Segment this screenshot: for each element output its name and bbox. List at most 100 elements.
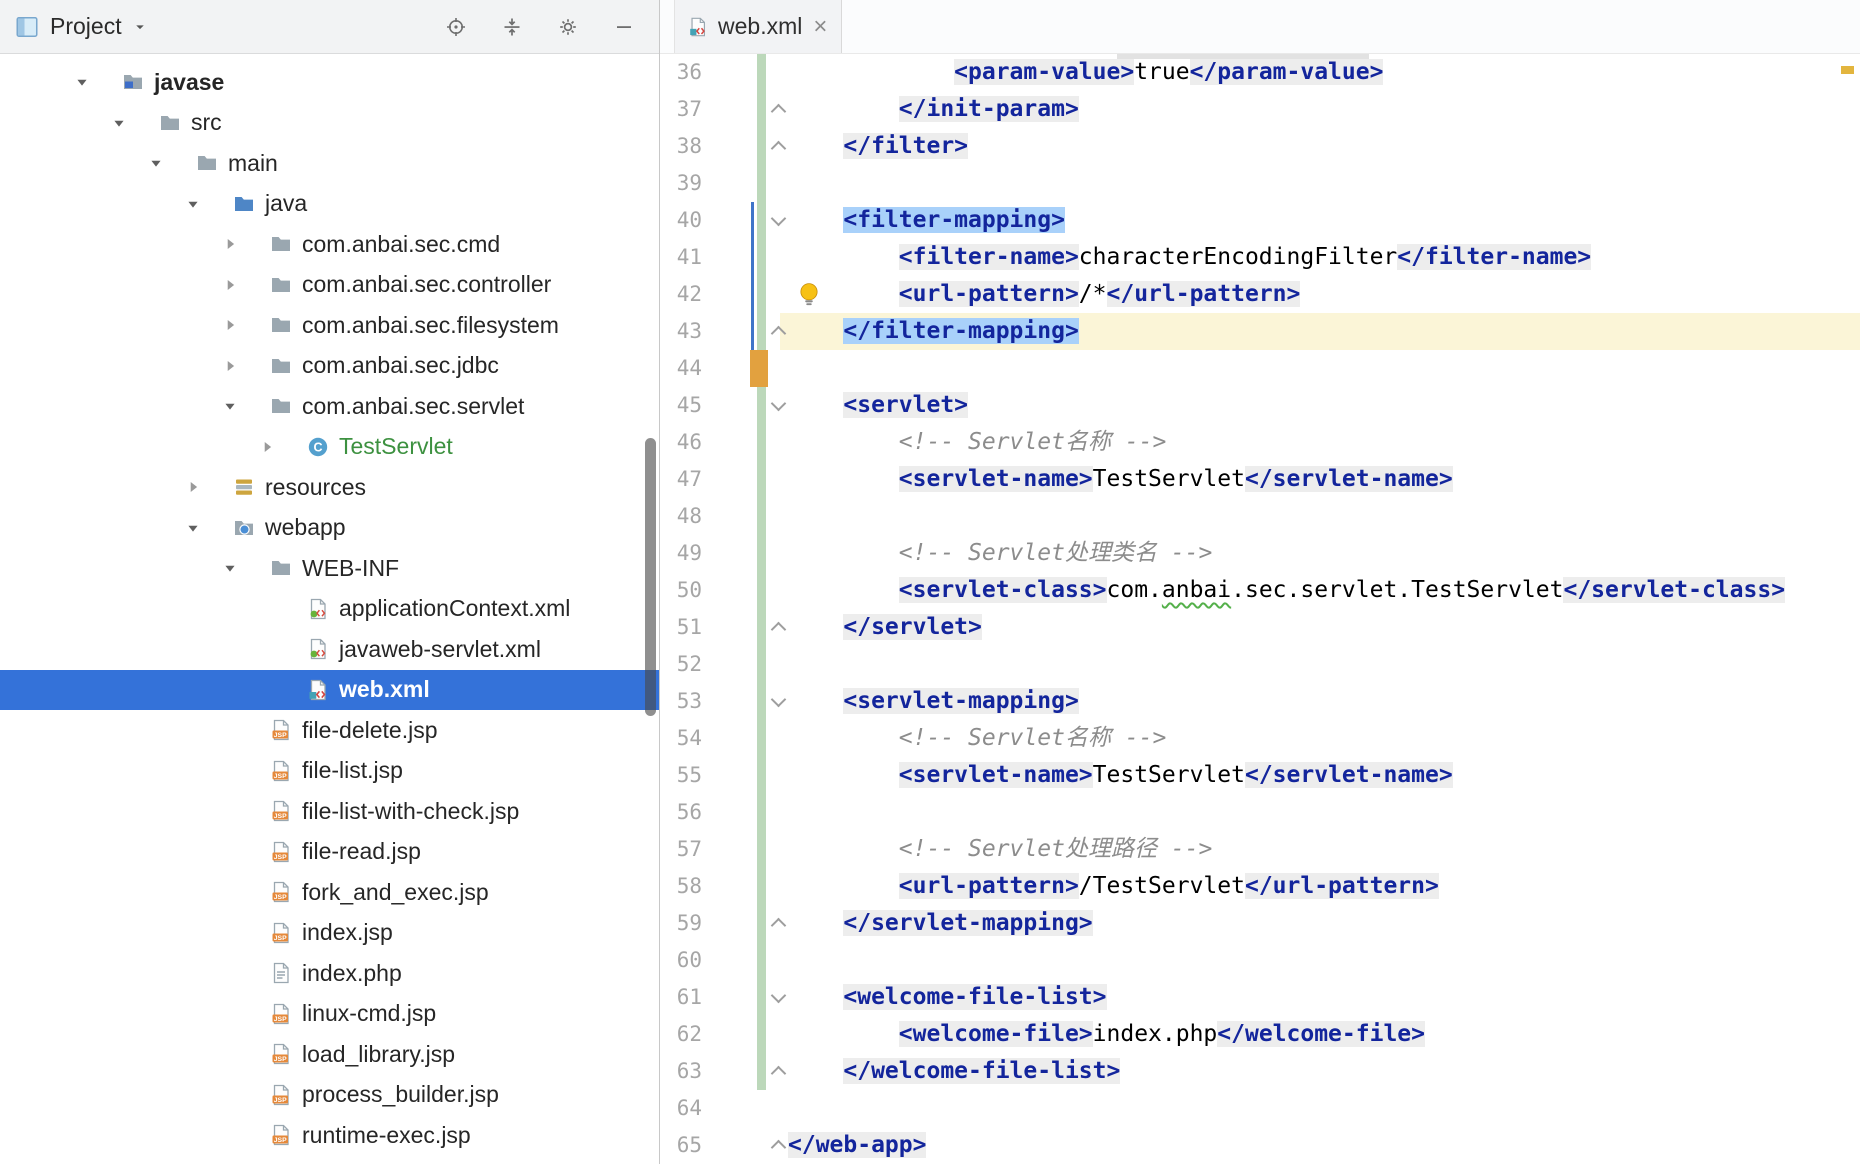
code-text-token[interactable]: /TestServlet bbox=[1079, 873, 1245, 899]
vcs-change-marker[interactable] bbox=[757, 905, 766, 942]
fold-marker-icon[interactable] bbox=[768, 905, 788, 942]
typo-warning-token[interactable]: anbai bbox=[1162, 577, 1231, 603]
tree-item-applicationcontext-xml[interactable]: applicationContext.xml bbox=[0, 589, 659, 630]
code-line-56[interactable]: 56 bbox=[660, 794, 1860, 831]
vcs-change-marker[interactable] bbox=[757, 276, 766, 313]
vcs-change-marker[interactable] bbox=[757, 979, 766, 1016]
code-line-59[interactable]: 59 </servlet-mapping> bbox=[660, 905, 1860, 942]
code-line-62[interactable]: 62 <welcome-file>index.php</welcome-file… bbox=[660, 1016, 1860, 1053]
xml-tag-token[interactable]: </web-app> bbox=[788, 1132, 927, 1158]
code-line-text[interactable]: <!-- Servlet处理路径 --> bbox=[788, 831, 1213, 868]
code-line-41[interactable]: 41 <filter-name>characterEncodingFilter<… bbox=[660, 239, 1860, 276]
code-line-36[interactable]: 36 <param-value>true</param-value> bbox=[660, 54, 1860, 91]
vcs-change-marker[interactable] bbox=[757, 202, 766, 239]
settings-button[interactable] bbox=[555, 14, 581, 40]
tree-item-javase[interactable]: javase bbox=[0, 62, 659, 103]
tree-item-linux-cmd-jsp[interactable]: JSP linux-cmd.jsp bbox=[0, 994, 659, 1035]
code-line-65[interactable]: 65 </web-app> bbox=[660, 1127, 1860, 1164]
code-text-token[interactable] bbox=[788, 318, 843, 344]
xml-tag-token[interactable]: </url-pattern> bbox=[1106, 281, 1301, 307]
tree-item-index-jsp[interactable]: JSP index.jsp bbox=[0, 913, 659, 954]
code-line-54[interactable]: 54 <!-- Servlet名称 --> bbox=[660, 720, 1860, 757]
fold-marker-icon[interactable] bbox=[768, 202, 788, 239]
vcs-change-marker[interactable] bbox=[757, 313, 766, 350]
xml-tag-token[interactable]: <url-pattern> bbox=[898, 873, 1079, 899]
code-line-64[interactable]: 64 bbox=[660, 1090, 1860, 1127]
tree-item-web-xml[interactable]: web.xml bbox=[0, 669, 659, 710]
code-line-text[interactable]: <servlet-mapping> bbox=[788, 683, 1079, 720]
code-text-token[interactable] bbox=[788, 910, 843, 936]
vcs-change-marker[interactable] bbox=[757, 535, 766, 572]
vcs-change-marker[interactable] bbox=[757, 794, 766, 831]
code-line-text[interactable]: <filter-mapping> bbox=[788, 202, 1065, 239]
vcs-change-marker[interactable] bbox=[757, 683, 766, 720]
code-line-49[interactable]: 49 <!-- Servlet处理类名 --> bbox=[660, 535, 1860, 572]
tree-item-file-read-jsp[interactable]: JSP file-read.jsp bbox=[0, 832, 659, 873]
vcs-change-marker[interactable] bbox=[757, 942, 766, 979]
code-text-token[interactable]: index.php bbox=[1093, 1021, 1218, 1047]
code-text-token[interactable] bbox=[788, 281, 899, 307]
code-line-61[interactable]: 61 <welcome-file-list> bbox=[660, 979, 1860, 1016]
code-line-42[interactable]: 42 <url-pattern>/*</url-pattern> bbox=[660, 276, 1860, 313]
vcs-change-marker[interactable] bbox=[757, 424, 766, 461]
code-text-token[interactable]: /* bbox=[1079, 281, 1107, 307]
scrollbar-warning-mark[interactable] bbox=[1841, 66, 1854, 74]
fold-marker-icon[interactable] bbox=[768, 979, 788, 1016]
xml-tag-token[interactable]: </servlet-name> bbox=[1244, 466, 1453, 492]
tree-item-web-inf[interactable]: WEB-INF bbox=[0, 548, 659, 589]
tree-item-process-builder-jsp[interactable]: JSP process_builder.jsp bbox=[0, 1075, 659, 1116]
code-text-token[interactable] bbox=[788, 207, 843, 233]
chevron-down-icon[interactable] bbox=[130, 17, 150, 37]
code-line-text[interactable]: <!-- Servlet处理类名 --> bbox=[788, 535, 1213, 572]
xml-tag-token[interactable]: </url-pattern> bbox=[1244, 873, 1439, 899]
locate-button[interactable] bbox=[443, 14, 469, 40]
xml-tag-token[interactable]: </welcome-file> bbox=[1217, 1021, 1425, 1047]
xml-tag-token[interactable]: </servlet-class> bbox=[1563, 577, 1786, 603]
tree-item-file-delete-jsp[interactable]: JSP file-delete.jsp bbox=[0, 710, 659, 751]
vcs-change-marker[interactable] bbox=[757, 1053, 766, 1090]
code-line-text[interactable]: </welcome-file-list> bbox=[788, 1053, 1121, 1090]
vcs-change-marker[interactable] bbox=[757, 646, 766, 683]
code-line-46[interactable]: 46 <!-- Servlet名称 --> bbox=[660, 424, 1860, 461]
expand-arrow-icon[interactable] bbox=[247, 436, 287, 458]
xml-tag-token[interactable]: <servlet> bbox=[843, 392, 969, 418]
tree-item-com-anbai-sec-jdbc[interactable]: com.anbai.sec.jdbc bbox=[0, 346, 659, 387]
tree-scrollbar-thumb[interactable] bbox=[645, 438, 656, 716]
vcs-change-marker[interactable] bbox=[750, 350, 768, 387]
vcs-change-marker[interactable] bbox=[757, 54, 766, 91]
code-text-token[interactable] bbox=[788, 873, 899, 899]
xml-tag-token[interactable]: </welcome-file-list> bbox=[843, 1058, 1121, 1084]
vcs-change-marker[interactable] bbox=[757, 831, 766, 868]
tree-item-resources[interactable]: resources bbox=[0, 467, 659, 508]
code-text-token[interactable] bbox=[788, 836, 899, 862]
tree-item-runtime-exec-jsp[interactable]: JSP runtime-exec.jsp bbox=[0, 1115, 659, 1156]
vcs-change-marker[interactable] bbox=[757, 1016, 766, 1053]
code-line-text[interactable]: </servlet-mapping> bbox=[788, 905, 1093, 942]
code-line-44[interactable]: 44 bbox=[660, 350, 1860, 387]
vcs-change-marker[interactable] bbox=[757, 128, 766, 165]
fold-marker-icon[interactable] bbox=[768, 313, 788, 350]
fold-marker-icon[interactable] bbox=[768, 387, 788, 424]
fold-marker-icon[interactable] bbox=[768, 128, 788, 165]
xml-tag-token[interactable]: <welcome-file> bbox=[898, 1021, 1093, 1047]
expand-arrow-icon[interactable] bbox=[210, 355, 250, 377]
code-line-text[interactable]: <welcome-file>index.php</welcome-file> bbox=[788, 1016, 1425, 1053]
vcs-change-marker[interactable] bbox=[757, 91, 766, 128]
code-text-token[interactable] bbox=[788, 133, 843, 159]
vcs-change-marker[interactable] bbox=[757, 720, 766, 757]
tree-item-load-library-jsp[interactable]: JSP load_library.jsp bbox=[0, 1034, 659, 1075]
xml-tag-token[interactable]: </servlet-name> bbox=[1244, 762, 1453, 788]
tab-web-xml[interactable]: web.xml × bbox=[674, 0, 843, 53]
expand-arrow-icon[interactable] bbox=[210, 314, 250, 336]
code-text-token[interactable] bbox=[788, 96, 899, 122]
code-line-45[interactable]: 45 <servlet> bbox=[660, 387, 1860, 424]
code-line-55[interactable]: 55 <servlet-name>TestServlet</servlet-na… bbox=[660, 757, 1860, 794]
code-line-52[interactable]: 52 bbox=[660, 646, 1860, 683]
code-text-token[interactable]: TestServlet bbox=[1093, 466, 1245, 492]
vcs-change-marker[interactable] bbox=[757, 868, 766, 905]
code-text-token[interactable]: com. bbox=[1107, 577, 1162, 603]
code-line-43[interactable]: 43 </filter-mapping> bbox=[660, 313, 1860, 350]
xml-tag-token[interactable]: </param-value> bbox=[1189, 59, 1384, 85]
collapse-arrow-icon[interactable] bbox=[136, 152, 176, 174]
code-line-38[interactable]: 38 </filter> bbox=[660, 128, 1860, 165]
